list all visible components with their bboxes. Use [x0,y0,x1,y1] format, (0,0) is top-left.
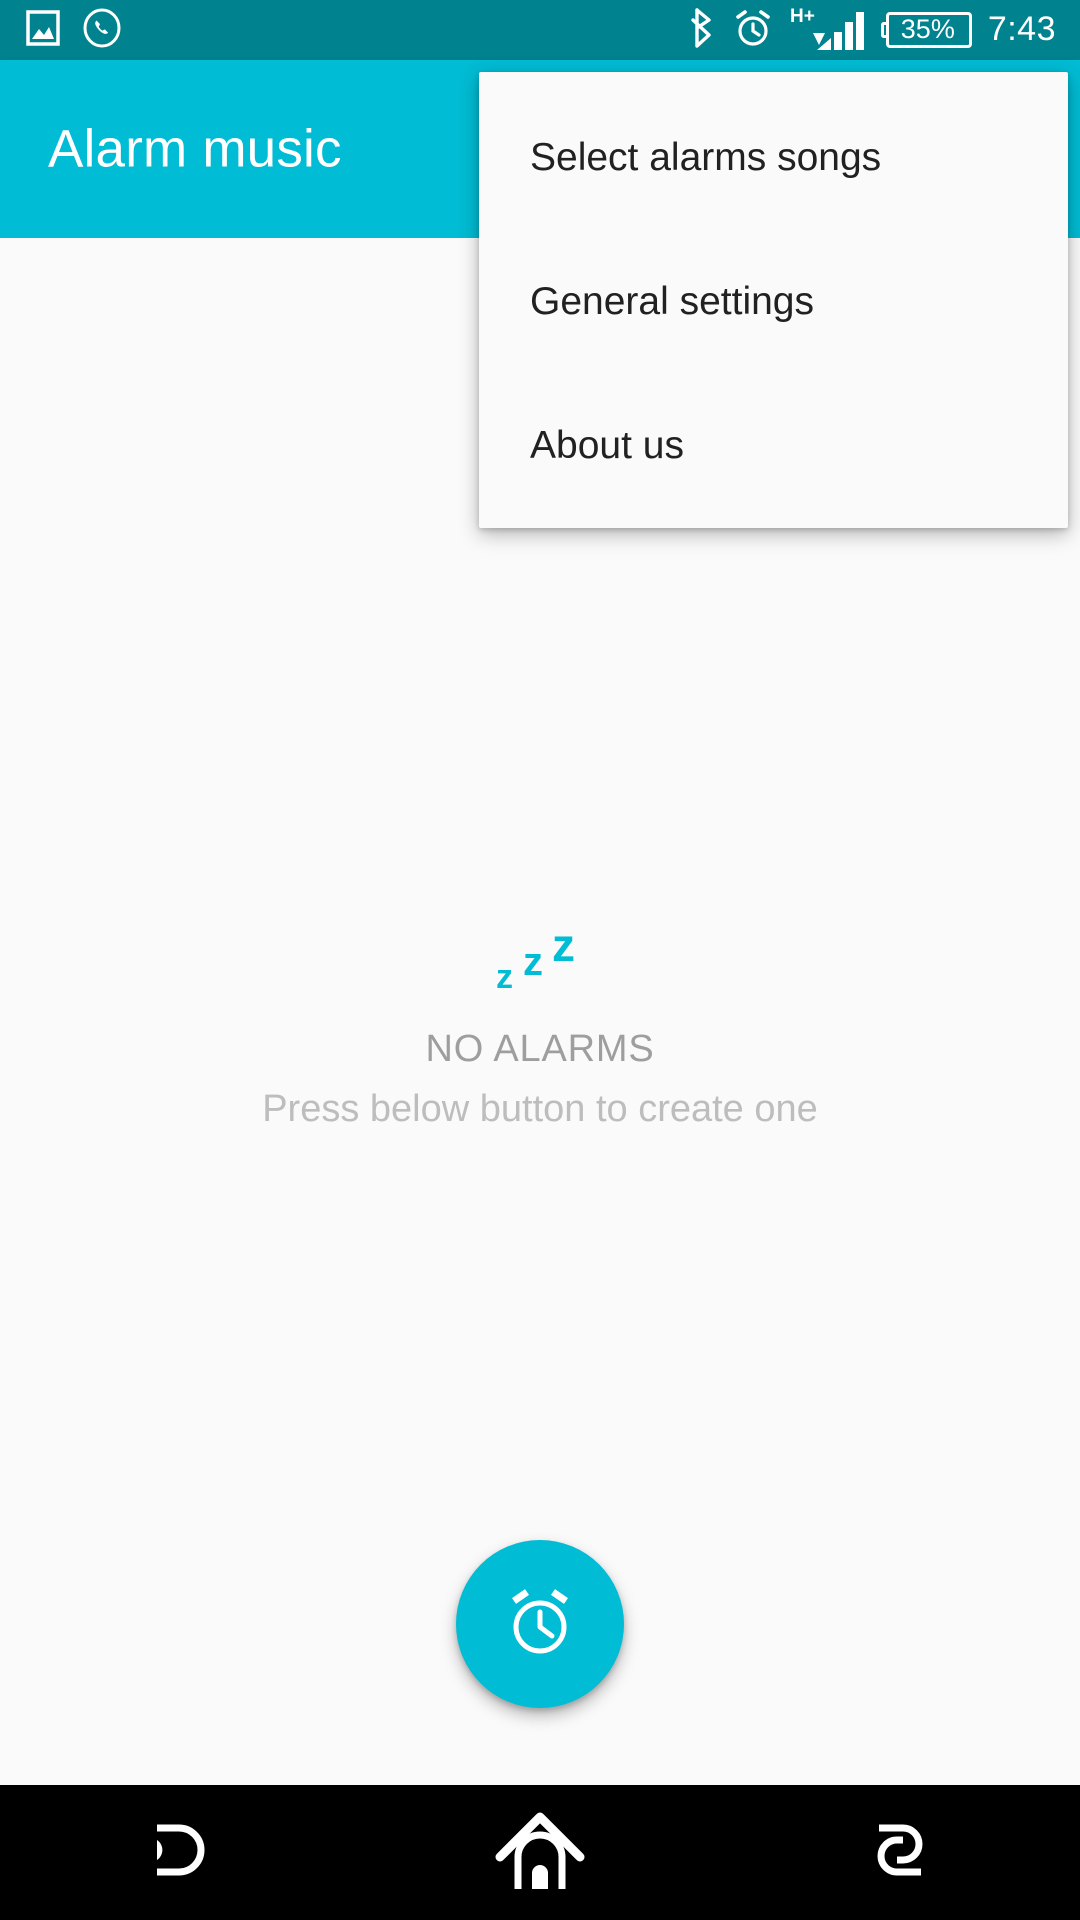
page-title: Alarm music [48,119,342,179]
menu-item-about-us[interactable]: About us [479,394,1068,498]
status-bar-notification-icons [0,8,122,53]
phone-screen: H+ 35% 7:43 Alarm music z z z NO ALARMS … [0,0,1080,1920]
create-alarm-fab[interactable] [456,1540,624,1708]
overflow-menu-popup: Select alarms songs General settings Abo… [479,72,1068,528]
empty-state-subtitle: Press below button to create one [262,1087,818,1130]
system-navigation-bar [0,1785,1080,1920]
battery-percent-label: 35% [900,13,955,44]
svg-text:z: z [496,958,513,996]
nav-home-button[interactable] [360,1785,720,1920]
svg-text:z: z [523,940,543,984]
back-icon [135,1810,225,1895]
empty-state: z z z NO ALARMS Press below button to cr… [0,919,1080,1132]
missed-call-icon [82,8,122,53]
menu-item-general-settings[interactable]: General settings [479,250,1068,354]
status-bar-system-icons: H+ 35% 7:43 [688,7,1080,54]
status-bar: H+ 35% 7:43 [0,0,1080,60]
zzz-sleep-icon: z z z [0,919,1080,1005]
battery-body: 35% [885,12,972,48]
alarm-clock-status-icon [732,7,774,54]
screenshot-image-icon [26,9,60,51]
empty-state-title: NO ALARMS [425,1028,655,1070]
battery-indicator: 35% [880,12,972,48]
svg-text:z: z [552,928,575,971]
nav-recents-button[interactable] [720,1785,1080,1920]
home-icon [490,1807,590,1898]
menu-item-select-alarms-songs[interactable]: Select alarms songs [479,106,1068,210]
status-bar-clock: 7:43 [987,10,1056,48]
alarm-clock-icon [498,1580,582,1669]
signal-bars-icon [812,11,864,50]
nav-back-button[interactable] [0,1785,360,1920]
bluetooth-icon [688,7,716,54]
mobile-network-indicator: H+ [790,7,865,54]
recents-icon [855,1810,945,1895]
